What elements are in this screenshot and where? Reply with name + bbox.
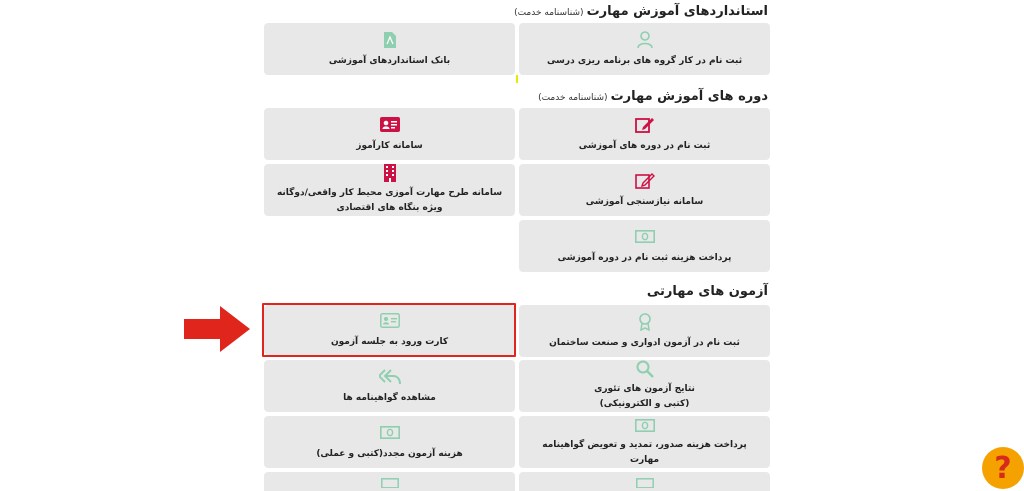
pdf-file-icon [383, 30, 397, 50]
money-icon [634, 227, 655, 247]
workplace-training-card[interactable]: سامانه طرح مهارت آموزی محیط کار واقعی/دو… [264, 164, 515, 216]
section-title-courses: دوره های آموزش مهارت(شناسنامه خدمت) [538, 89, 768, 104]
help-button[interactable]: ? [982, 447, 1024, 489]
edit-icon [634, 171, 655, 191]
needs-assessment-card[interactable]: سامانه نیازسنجی آموزشی [519, 164, 770, 216]
money-icon [380, 478, 399, 488]
id-card-icon [379, 115, 400, 135]
user-icon [636, 30, 653, 50]
pointer-arrow-icon [184, 306, 250, 352]
id-card-icon [379, 311, 400, 331]
retake-fee-card[interactable]: هزینه آزمون مجدد(کتبی و عملی) [264, 416, 515, 468]
building-icon [383, 164, 396, 182]
money-icon [635, 478, 654, 488]
section-title-standards: استانداردهای آموزش مهارت(شناسنامه خدمت) [514, 4, 768, 19]
search-icon [636, 360, 654, 378]
view-certificates-card[interactable]: مشاهده گواهینامه ها [264, 360, 515, 412]
cursor-mark [516, 75, 518, 83]
standards-bank-card[interactable]: بانک استانداردهای آموزشی [264, 23, 515, 75]
trainee-system-card[interactable]: سامانه کارآموز [264, 108, 515, 160]
award-icon [638, 312, 652, 332]
exam-entry-card[interactable]: کارت ورود به جلسه آزمون [264, 305, 515, 355]
reply-all-icon [378, 367, 401, 387]
next-card-partial[interactable] [519, 472, 770, 491]
register-exam-building-card[interactable]: ثبت نام در آزمون ادواری و صنعت ساختمان [519, 305, 770, 357]
section-title-exams: آزمون های مهارتی [646, 284, 768, 299]
certificate-fee-card[interactable]: پرداخت هزینه صدور، تمدید و تعویض گواهینا… [519, 416, 770, 468]
register-courses-card[interactable]: ثبت نام در دوره های آموزشی [519, 108, 770, 160]
course-fee-card[interactable]: پرداخت هزینه ثبت نام در دوره آموزشی [519, 220, 770, 272]
next-card-partial[interactable] [264, 472, 515, 491]
money-icon [634, 416, 655, 434]
register-curriculum-card[interactable]: ثبت نام در کار گروه های برنامه ریزی درسی [519, 23, 770, 75]
theory-results-card[interactable]: نتایج آزمون های تئوری (کتبی و الکترونیکی… [519, 360, 770, 412]
money-icon [379, 423, 400, 443]
edit-icon [634, 115, 655, 135]
